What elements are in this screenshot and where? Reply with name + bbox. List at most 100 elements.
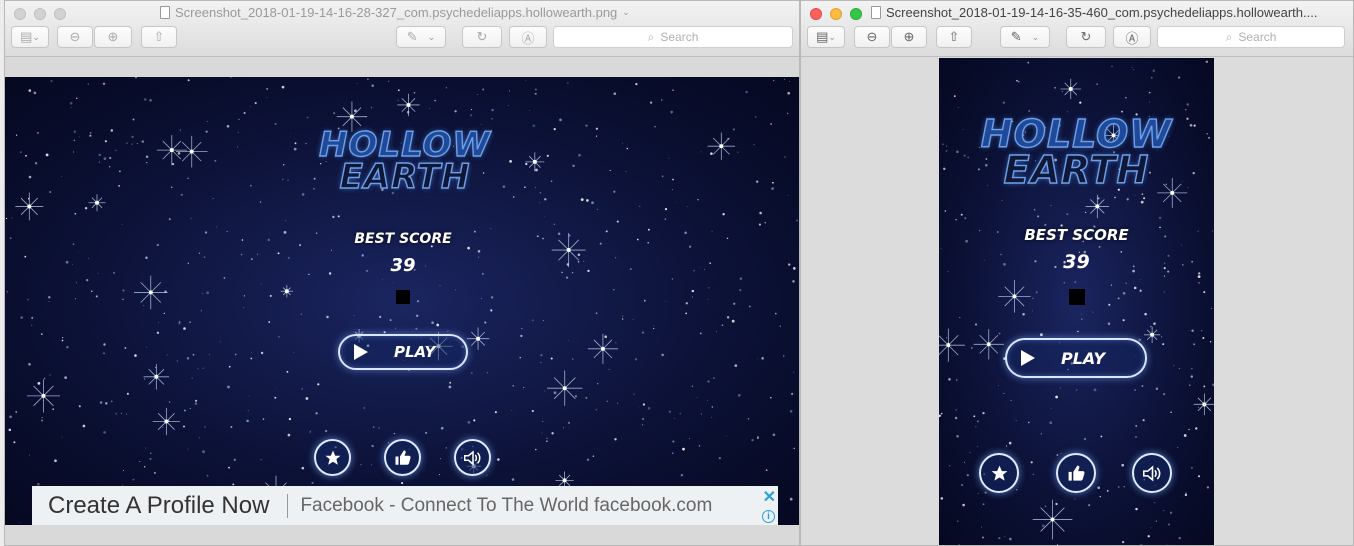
star-dot bbox=[124, 347, 127, 349]
star-dot bbox=[382, 278, 383, 280]
ad-description[interactable]: Facebook - Connect To The World facebook… bbox=[300, 495, 712, 517]
minimize-window-button[interactable] bbox=[34, 8, 46, 20]
close-window-button[interactable] bbox=[810, 8, 822, 20]
star-dot bbox=[961, 483, 964, 487]
sound-button[interactable] bbox=[454, 439, 491, 476]
ad-banner[interactable]: Create A Profile Now Facebook - Connect … bbox=[32, 486, 778, 525]
star-dot bbox=[119, 170, 121, 173]
star-dot bbox=[523, 386, 525, 389]
rate-button[interactable] bbox=[314, 439, 351, 476]
star-dot bbox=[11, 217, 13, 219]
star-dot bbox=[233, 458, 237, 462]
star-dot bbox=[228, 365, 231, 368]
star-dot bbox=[946, 145, 948, 147]
star-dot bbox=[665, 300, 667, 302]
star-dot bbox=[274, 122, 277, 125]
star-dot bbox=[632, 318, 634, 320]
star-dot bbox=[1097, 197, 1100, 200]
game-logo: HOLLOW EARTH bbox=[980, 112, 1173, 193]
share-button[interactable]: ⇧ bbox=[936, 26, 972, 48]
zoom-in-button[interactable]: ⊕ bbox=[94, 26, 132, 48]
rate-button[interactable] bbox=[979, 453, 1019, 493]
play-button[interactable]: PLAY bbox=[338, 334, 468, 370]
star-dot bbox=[733, 302, 736, 305]
star-dot bbox=[1083, 437, 1087, 441]
sidebar-toggle-button[interactable]: ▤ ⌄ bbox=[11, 26, 49, 48]
rotate-button[interactable]: ↻ bbox=[1066, 26, 1106, 48]
star-dot bbox=[1197, 406, 1200, 408]
star-dot bbox=[586, 199, 589, 202]
star-dot bbox=[1191, 260, 1193, 263]
star-dot bbox=[940, 497, 944, 500]
star-dot bbox=[1114, 196, 1116, 199]
zoom-window-button[interactable] bbox=[850, 8, 862, 20]
markup-button[interactable]: ✎ ⌄ bbox=[1000, 26, 1050, 48]
star-dot bbox=[397, 89, 400, 92]
star-dot bbox=[392, 282, 394, 283]
star-dot bbox=[69, 102, 73, 105]
zoom-out-button[interactable]: ⊖ bbox=[57, 26, 93, 48]
play-button[interactable]: PLAY bbox=[1005, 338, 1147, 378]
zoom-window-button[interactable] bbox=[54, 8, 66, 20]
star-dot bbox=[1178, 536, 1181, 540]
star-dot bbox=[226, 124, 230, 128]
star-dot bbox=[203, 256, 206, 258]
star-icon bbox=[325, 450, 340, 465]
sidebar-toggle-button[interactable]: ▤ ⌄ bbox=[807, 26, 845, 48]
zoom-out-button[interactable]: ⊖ bbox=[854, 26, 890, 48]
sound-button[interactable] bbox=[1132, 453, 1172, 493]
zoom-in-button[interactable]: ⊕ bbox=[891, 26, 927, 48]
star-dot bbox=[540, 362, 542, 364]
markup-button[interactable]: ✎ ⌄ bbox=[396, 26, 446, 48]
star-dot bbox=[572, 164, 575, 168]
star-dot bbox=[198, 252, 201, 254]
star-dot bbox=[524, 186, 526, 188]
annotate-button[interactable]: Ⓐ bbox=[1113, 26, 1151, 48]
star-dot bbox=[596, 382, 599, 385]
star-dot bbox=[439, 458, 441, 460]
star-dot bbox=[509, 160, 512, 163]
star-dot bbox=[947, 270, 949, 272]
info-icon[interactable]: i bbox=[762, 510, 775, 523]
star-dot bbox=[64, 376, 67, 379]
star-dot bbox=[557, 232, 561, 236]
star-dot bbox=[1074, 498, 1076, 500]
star-dot bbox=[115, 149, 117, 151]
star-dot bbox=[964, 217, 967, 220]
star-dot bbox=[984, 491, 987, 494]
like-button[interactable] bbox=[1056, 453, 1096, 493]
close-window-button[interactable] bbox=[14, 8, 26, 20]
window-title[interactable]: Screenshot_2018-01-19-14-16-35-460_com.p… bbox=[871, 5, 1317, 20]
star-dot bbox=[103, 157, 107, 160]
search-field[interactable]: ⌕ Search bbox=[553, 26, 793, 48]
star-flare bbox=[280, 285, 293, 298]
search-field[interactable]: ⌕ Search bbox=[1157, 26, 1345, 48]
rotate-button[interactable]: ↻ bbox=[462, 26, 502, 48]
star-dot bbox=[112, 271, 116, 274]
star-dot bbox=[614, 438, 617, 441]
star-dot bbox=[960, 213, 963, 216]
share-button[interactable]: ⇧ bbox=[141, 26, 177, 48]
star-dot bbox=[228, 466, 230, 469]
minimize-window-button[interactable] bbox=[830, 8, 842, 20]
star-dot bbox=[1185, 109, 1187, 111]
window-title[interactable]: Screenshot_2018-01-19-14-16-28-327_com.p… bbox=[160, 5, 630, 20]
titlebar: Screenshot_2018-01-19-14-16-35-460_com.p… bbox=[801, 1, 1353, 57]
star-dot bbox=[1030, 461, 1033, 464]
ad-headline[interactable]: Create A Profile Now bbox=[48, 492, 269, 520]
star-dot bbox=[788, 81, 790, 83]
star-dot bbox=[680, 474, 684, 477]
star-dot bbox=[1188, 384, 1191, 387]
star-dot bbox=[1099, 495, 1102, 498]
star-dot bbox=[243, 112, 246, 114]
star-dot bbox=[635, 82, 638, 86]
star-dot bbox=[97, 272, 99, 274]
star-dot bbox=[1170, 411, 1172, 413]
like-button[interactable] bbox=[384, 439, 421, 476]
star-dot bbox=[306, 116, 309, 119]
star-dot bbox=[653, 325, 655, 326]
annotate-button[interactable]: Ⓐ bbox=[509, 26, 547, 48]
star-dot bbox=[61, 436, 63, 438]
star-dot bbox=[309, 432, 311, 434]
close-icon[interactable]: ✕ bbox=[763, 487, 776, 507]
